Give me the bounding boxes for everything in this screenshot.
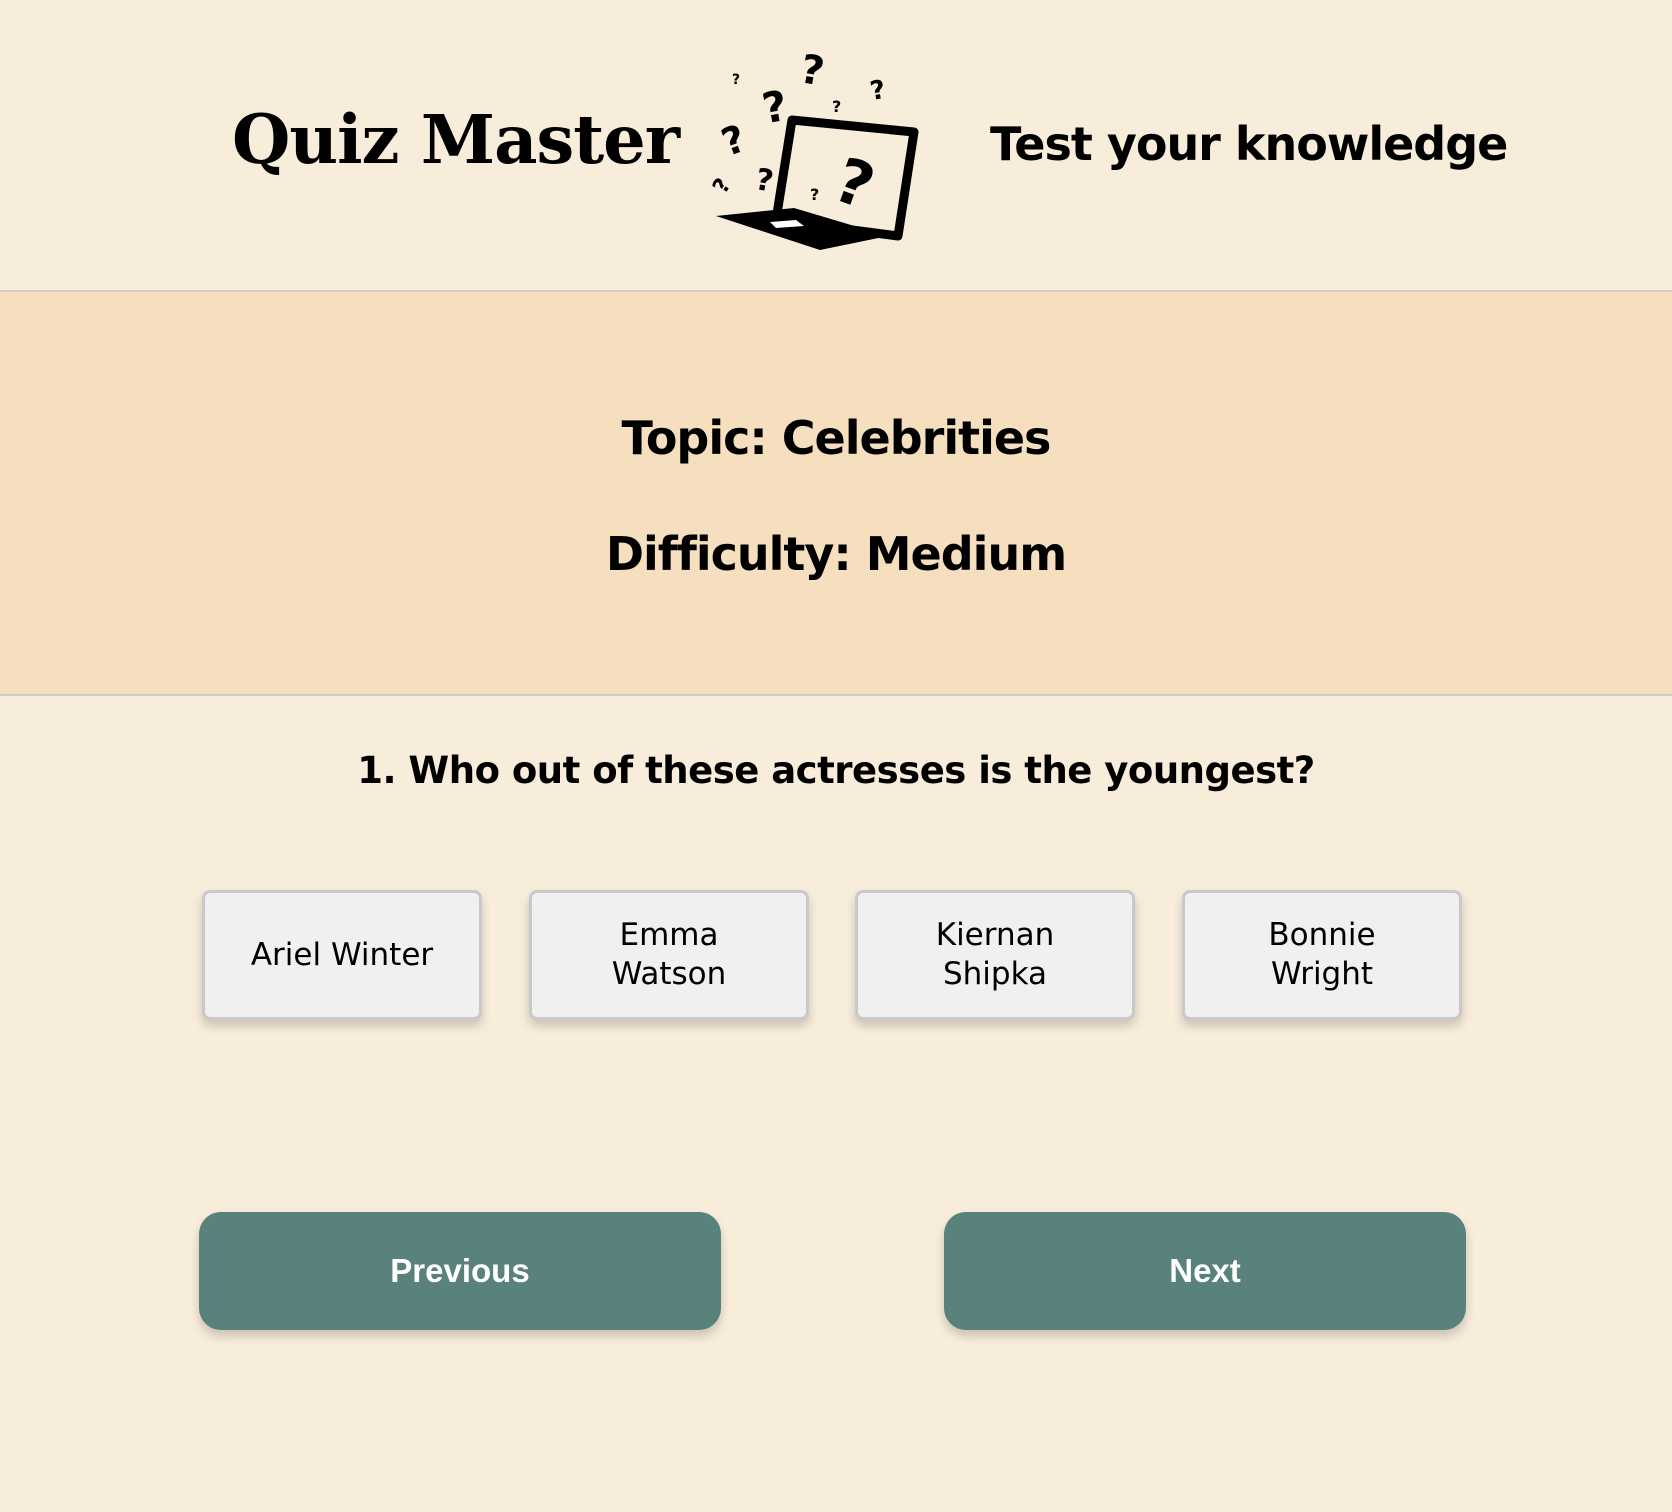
svg-text:?: ? bbox=[732, 72, 740, 88]
next-button[interactable]: Next bbox=[944, 1212, 1466, 1330]
svg-text:?: ? bbox=[753, 162, 776, 199]
previous-button[interactable]: Previous bbox=[199, 1212, 721, 1330]
tagline: Test your knowledge bbox=[990, 117, 1508, 171]
app-header: Quiz Master ? ? ? ? ? ? ? ? ? ? Test you… bbox=[0, 0, 1672, 292]
svg-text:?: ? bbox=[825, 143, 884, 224]
quiz-difficulty: Difficulty: Medium bbox=[605, 527, 1067, 581]
svg-text:?: ? bbox=[868, 75, 888, 107]
svg-text:?: ? bbox=[712, 174, 737, 198]
app-title: Quiz Master bbox=[232, 100, 680, 179]
answer-option[interactable]: Kiernan Shipka bbox=[855, 890, 1135, 1020]
question-text: 1. Who out of these actresses is the you… bbox=[357, 749, 1315, 792]
answer-option[interactable]: Bonnie Wright bbox=[1182, 890, 1462, 1020]
svg-text:?: ? bbox=[797, 46, 828, 95]
svg-text:?: ? bbox=[759, 81, 792, 133]
answer-option[interactable]: Ariel Winter bbox=[202, 890, 482, 1020]
quiz-topic: Topic: Celebrities bbox=[621, 411, 1052, 465]
quiz-info-band: Topic: Celebrities Difficulty: Medium bbox=[0, 292, 1672, 696]
answer-option[interactable]: Emma Watson bbox=[529, 890, 809, 1020]
answer-options: Ariel Winter Emma Watson Kiernan Shipka … bbox=[202, 890, 1464, 1022]
svg-text:?: ? bbox=[832, 97, 841, 116]
svg-text:?: ? bbox=[810, 185, 819, 204]
laptop-question-marks-icon: ? ? ? ? ? ? ? ? ? ? bbox=[712, 46, 919, 250]
svg-text:?: ? bbox=[716, 116, 752, 165]
